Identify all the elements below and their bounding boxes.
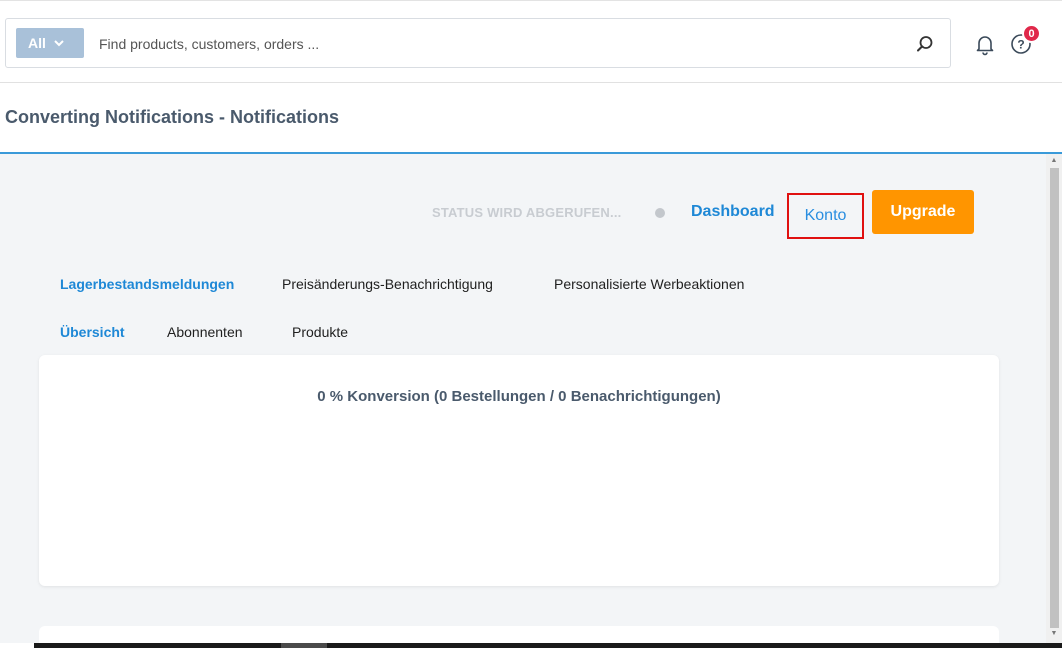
help-count-badge: 0: [1022, 24, 1041, 43]
scroll-down-arrow-icon[interactable]: ▼: [1049, 629, 1059, 639]
tab-preisaenderungs-benachrichtigung[interactable]: Preisänderungs-Benachrichtigung: [282, 276, 493, 292]
top-bar: All ? 0: [0, 0, 1062, 83]
search-scope-select[interactable]: All: [16, 28, 84, 58]
konto-link[interactable]: Konto: [787, 193, 864, 239]
status-indicator: [655, 208, 665, 218]
subtab-produkte[interactable]: Produkte: [292, 324, 348, 340]
scrollbar-thumb[interactable]: [1050, 168, 1059, 628]
conversion-summary: 0 % Konversion (0 Bestellungen / 0 Benac…: [317, 388, 721, 405]
horizontal-scrollbar-thumb[interactable]: [281, 643, 327, 648]
app-content: STATUS WIRD ABGERUFEN... Dashboard Konto…: [0, 154, 1046, 643]
subtab-abonnenten[interactable]: Abonnenten: [167, 324, 243, 340]
vertical-scrollbar[interactable]: ▲ ▼: [1046, 154, 1062, 643]
overview-card: 0 % Konversion (0 Bestellungen / 0 Benac…: [39, 355, 999, 586]
bell-icon[interactable]: [973, 32, 997, 56]
search-scope-label: All: [28, 35, 46, 51]
chevron-down-icon: [54, 39, 64, 47]
subtab-uebersicht[interactable]: Übersicht: [60, 324, 125, 340]
search-icon[interactable]: [914, 33, 936, 55]
status-text: STATUS WIRD ABGERUFEN...: [432, 205, 622, 220]
scroll-up-arrow-icon[interactable]: ▲: [1049, 156, 1059, 166]
tab-lagerbestandsmeldungen[interactable]: Lagerbestandsmeldungen: [60, 276, 234, 292]
global-search: All: [5, 18, 951, 68]
page-title: Converting Notifications - Notifications: [5, 107, 340, 127]
upgrade-button[interactable]: Upgrade: [872, 190, 974, 234]
page-header: Converting Notifications - Notifications: [0, 83, 1062, 154]
dashboard-link[interactable]: Dashboard: [691, 203, 775, 221]
search-input[interactable]: [99, 29, 889, 59]
tab-personalisierte-werbeaktionen[interactable]: Personalisierte Werbeaktionen: [554, 276, 744, 292]
horizontal-scrollbar[interactable]: [34, 643, 1062, 648]
secondary-card: [39, 626, 999, 643]
